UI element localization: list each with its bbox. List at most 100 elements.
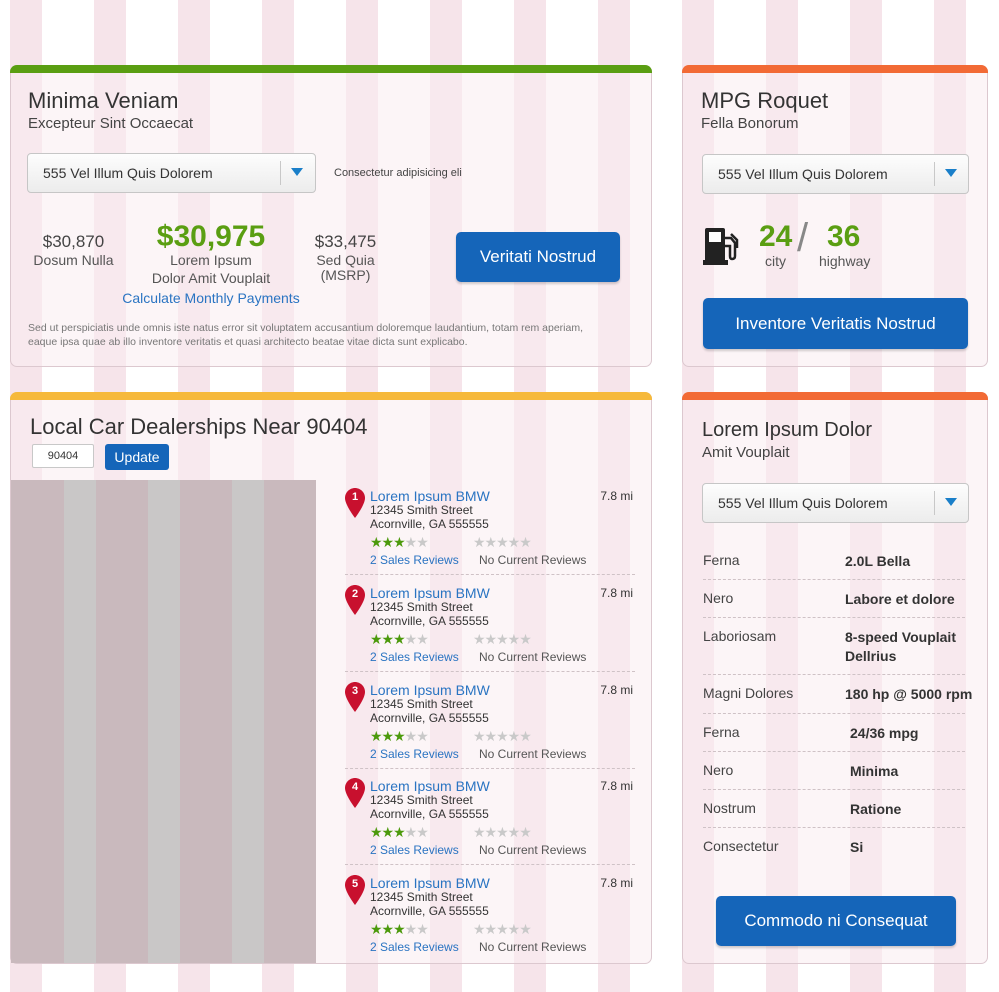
mpg-city-value: 24 — [759, 220, 793, 253]
dealers-card-accent-bar — [10, 392, 652, 400]
spec-value: Si — [850, 839, 864, 855]
mpg-card: MPG Roquet Fella Bonorum 555 Vel Illum Q… — [682, 65, 988, 367]
price-main-label-1: Lorem Ipsum — [170, 252, 252, 268]
dealer-name-link[interactable]: Lorem Ipsum BMW — [370, 682, 490, 698]
spec-divider — [703, 789, 965, 790]
spec-key: Nero — [703, 762, 734, 778]
trim-select-value: 555 Vel Illum Quis Dolorem — [43, 165, 213, 181]
spec-value: Ratione — [850, 801, 902, 817]
pricing-card-subtitle: Excepteur Sint Occaecat — [28, 115, 194, 132]
other-reviews-text: No Current Reviews — [479, 940, 587, 954]
dealer-list-item[interactable]: 1 Lorem Ipsum BMW 12345 Smith Street Aco… — [345, 488, 635, 585]
dealer-name-link[interactable]: Lorem Ipsum BMW — [370, 585, 490, 601]
spec-value: Labore et dolore — [845, 591, 955, 607]
spec-divider — [703, 827, 965, 828]
specs-card-title: Lorem Ipsum Dolor — [702, 419, 873, 441]
sales-reviews-link[interactable]: 2 Sales Reviews — [370, 553, 459, 567]
dealer-distance: 7.8 mi — [600, 489, 633, 503]
specs-card-subtitle: Amit Vouplait — [702, 444, 790, 461]
sales-reviews-link[interactable]: 2 Sales Reviews — [370, 650, 459, 664]
dealer-number: 2 — [351, 588, 359, 600]
spec-key: Nostrum — [703, 800, 756, 816]
sales-reviews-link[interactable]: 2 Sales Reviews — [370, 940, 459, 954]
service-rating-stars: ★★★★★ — [473, 921, 532, 937]
list-divider — [345, 574, 635, 575]
mpg-highway-label: highway — [819, 253, 871, 269]
commodo-ni-consequat-button[interactable]: Commodo ni Consequat — [716, 896, 956, 946]
dealer-number: 1 — [351, 491, 359, 503]
mpg-highway-value: 36 — [827, 220, 861, 253]
dealer-city: Acornville, GA 555555 — [370, 517, 489, 531]
pricing-card-accent-bar — [10, 65, 652, 73]
specs-trim-select-value: 555 Vel Illum Quis Dolorem — [718, 495, 888, 511]
disclaimer-line-2: eaque ipsa quae ab illo inventore verita… — [28, 336, 468, 348]
spec-divider — [703, 713, 965, 714]
disclaimer-line-1: Sed ut perspiciatis unde omnis iste natu… — [28, 322, 584, 334]
chevron-down-icon[interactable] — [291, 168, 303, 176]
service-rating-stars: ★★★★★ — [473, 824, 532, 840]
spec-value: 180 hp @ 5000 rpm — [845, 686, 973, 702]
trim-select[interactable]: 555 Vel Illum Quis Dolorem — [27, 153, 316, 193]
mpg-slash: / — [797, 216, 809, 260]
select-divider — [280, 161, 281, 185]
select-divider — [934, 162, 935, 186]
select-divider — [934, 491, 935, 515]
other-reviews-text: No Current Reviews — [479, 843, 587, 857]
dealer-distance: 7.8 mi — [600, 779, 633, 793]
inventore-veritatis-nostrud-button[interactable]: Inventore Veritatis Nostrud — [703, 298, 968, 349]
map-grid-stripe — [148, 480, 180, 963]
dealer-distance: 7.8 mi — [600, 876, 633, 890]
sales-reviews-link[interactable]: 2 Sales Reviews — [370, 843, 459, 857]
dealer-city: Acornville, GA 555555 — [370, 614, 489, 628]
chevron-down-icon[interactable] — [945, 498, 957, 506]
service-rating-stars: ★★★★★ — [473, 631, 532, 647]
service-rating-stars: ★★★★★ — [473, 534, 532, 550]
zip-input[interactable] — [32, 444, 94, 468]
dealer-map[interactable] — [11, 480, 316, 963]
mpg-trim-select[interactable]: 555 Vel Illum Quis Dolorem — [702, 154, 969, 194]
pricing-card-title: Minima Veniam — [28, 88, 179, 113]
spec-divider — [703, 617, 965, 618]
specs-trim-select[interactable]: 555 Vel Illum Quis Dolorem — [702, 483, 969, 523]
chevron-down-icon[interactable] — [945, 169, 957, 177]
list-divider — [345, 768, 635, 769]
spec-key: Ferna — [703, 552, 740, 568]
price-left: $30,870 — [42, 232, 105, 251]
spec-key: Magni Dolores — [703, 685, 794, 701]
spec-value: 2.0L Bella — [845, 553, 911, 569]
dealer-name-link[interactable]: Lorem Ipsum BMW — [370, 488, 490, 504]
select-note: Consectetur adipisicing eli — [334, 167, 462, 179]
dealer-street: 12345 Smith Street — [370, 600, 473, 614]
dealer-name-link[interactable]: Lorem Ipsum BMW — [370, 778, 490, 794]
mpg-card-title: MPG Roquet — [701, 88, 829, 113]
calculate-monthly-payments-link[interactable]: Calculate Monthly Payments — [111, 290, 311, 306]
spec-value: 8-speed Vouplait Dellrius — [845, 629, 956, 664]
sales-reviews-link[interactable]: 2 Sales Reviews — [370, 747, 459, 761]
price-main-label-2: Dolor Amit Vouplait — [151, 270, 271, 286]
dealers-card-title: Local Car Dealerships Near 90404 — [30, 414, 368, 439]
mpg-city-label: city — [765, 253, 786, 269]
dealer-list-item[interactable]: 2 Lorem Ipsum BMW 12345 Smith Street Aco… — [345, 585, 635, 682]
dealer-distance: 7.8 mi — [600, 586, 633, 600]
dealer-street: 12345 Smith Street — [370, 697, 473, 711]
dealer-list-item[interactable]: 3 Lorem Ipsum BMW 12345 Smith Street Aco… — [345, 682, 635, 779]
sales-rating-stars: ★★★★★ — [370, 534, 429, 550]
service-rating-stars: ★★★★★ — [473, 728, 532, 744]
map-grid-stripe — [232, 480, 264, 963]
dealer-list-item[interactable]: 4 Lorem Ipsum BMW 12345 Smith Street Aco… — [345, 778, 635, 875]
price-right-label-1: Sed Quia — [316, 252, 375, 268]
other-reviews-text: No Current Reviews — [479, 650, 587, 664]
sales-rating-stars: ★★★★★ — [370, 631, 429, 647]
fuel-pump-icon — [703, 228, 739, 265]
spec-divider — [703, 579, 965, 580]
veritati-nostrud-button[interactable]: Veritati Nostrud — [456, 232, 620, 282]
dealer-city: Acornville, GA 555555 — [370, 711, 489, 725]
spec-value: Minima — [850, 763, 899, 779]
mpg-card-accent-bar — [682, 65, 988, 73]
dealer-list-item[interactable]: 5 Lorem Ipsum BMW 12345 Smith Street Aco… — [345, 875, 635, 972]
sales-rating-stars: ★★★★★ — [370, 728, 429, 744]
dealer-name-link[interactable]: Lorem Ipsum BMW — [370, 875, 490, 891]
spec-value: 24/36 mpg — [850, 725, 919, 741]
dealer-city: Acornville, GA 555555 — [370, 904, 489, 918]
update-button[interactable]: Update — [105, 444, 169, 470]
